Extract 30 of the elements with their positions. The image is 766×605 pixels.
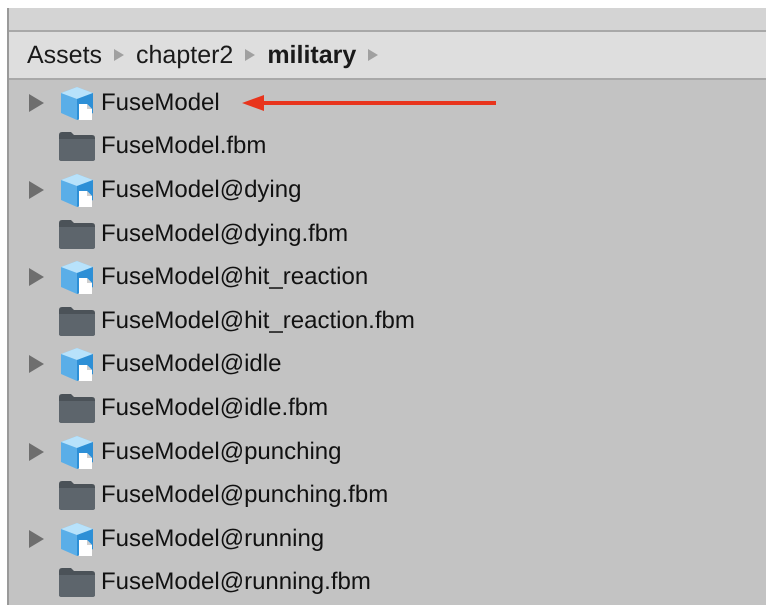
- expand-arrow-icon[interactable]: [28, 355, 44, 374]
- asset-name[interactable]: FuseModel@running: [101, 520, 324, 557]
- folder-icon: [57, 304, 97, 337]
- folder-icon: [57, 218, 97, 250]
- asset-name[interactable]: FuseModel@hit_reaction.fbm: [101, 302, 415, 339]
- asset-name[interactable]: FuseModel@punching.fbm: [101, 477, 388, 514]
- asset-name[interactable]: FuseModel@dying.fbm: [101, 216, 348, 252]
- asset-name[interactable]: FuseModel@idle.fbm: [101, 390, 328, 426]
- breadcrumb-item[interactable]: chapter2: [136, 42, 234, 68]
- asset-name[interactable]: FuseModel: [101, 84, 220, 121]
- asset-name[interactable]: FuseModel@running.fbm: [101, 564, 371, 600]
- breadcrumb-item[interactable]: Assets: [27, 42, 102, 68]
- asset-name[interactable]: FuseModel@idle: [101, 346, 282, 382]
- expand-arrow-icon[interactable]: [28, 442, 44, 461]
- folder-icon: [57, 566, 97, 598]
- separator-arrow-icon: [245, 49, 256, 61]
- separator-arrow-icon: [368, 49, 378, 61]
- folder-icon: [57, 479, 97, 512]
- expand-arrow-icon[interactable]: [28, 530, 44, 548]
- asset-name[interactable]: FuseModel@dying: [101, 172, 302, 208]
- asset-name[interactable]: FuseModel@hit_reaction: [101, 259, 368, 296]
- asset-name[interactable]: FuseModel.fbm: [101, 128, 266, 164]
- breadcrumb-item[interactable]: military: [267, 42, 356, 68]
- expand-arrow-icon[interactable]: [28, 268, 44, 286]
- asset-name[interactable]: FuseModel@punching: [101, 434, 342, 470]
- folder-icon: [57, 130, 97, 162]
- expand-arrow-icon[interactable]: [28, 94, 44, 112]
- folder-icon: [57, 392, 97, 424]
- expand-arrow-icon[interactable]: [28, 180, 44, 199]
- separator-arrow-icon: [114, 49, 124, 61]
